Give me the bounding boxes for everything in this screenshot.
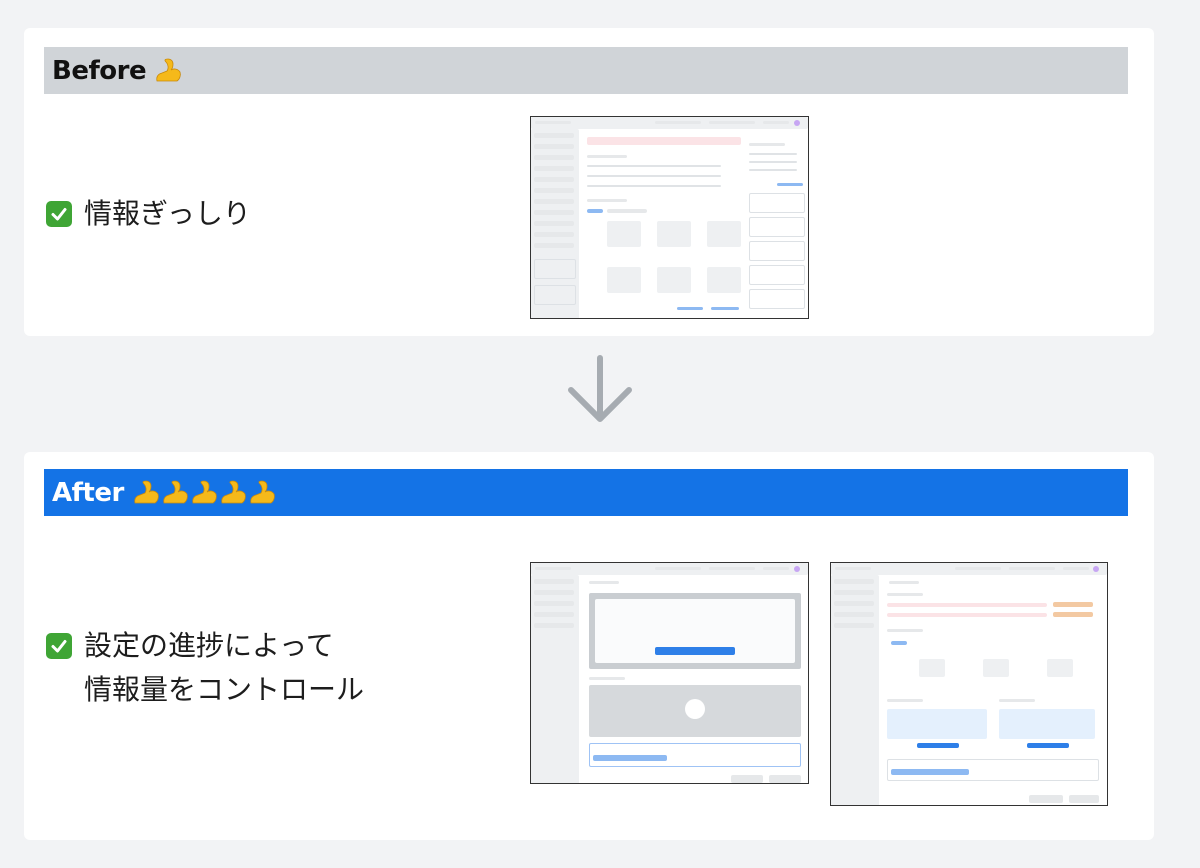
- before-check-row: 情報ぎっしり: [46, 192, 251, 236]
- before-title: Before: [52, 55, 147, 86]
- after-check-row: 設定の進捗によって 情報量をコントロール: [46, 624, 364, 712]
- flexed-biceps-icon: [219, 480, 247, 506]
- flexed-biceps-icon: [161, 480, 189, 506]
- flexed-biceps-icon: [154, 58, 182, 84]
- after-check-text-line2: 情報量をコントロール: [84, 673, 365, 706]
- after-screenshot-thumbnail-1: [530, 562, 809, 784]
- after-check-text-line1: 設定の進捗によって: [84, 629, 334, 662]
- check-mark-icon: [46, 633, 72, 659]
- after-card: After 設定の進捗によって 情報量をコントロール: [24, 452, 1154, 840]
- before-header: Before: [44, 47, 1128, 94]
- before-check-text: 情報ぎっしり: [84, 197, 251, 230]
- flexed-biceps-icon: [132, 480, 160, 506]
- before-card: Before 情報ぎっしり: [24, 28, 1154, 336]
- after-header: After: [44, 469, 1128, 516]
- down-arrow-icon: [565, 354, 635, 426]
- after-arms: [132, 480, 276, 506]
- after-check-text: 設定の進捗によって 情報量をコントロール: [84, 624, 364, 712]
- before-screenshot-thumbnail: [530, 116, 809, 319]
- after-title: After: [52, 477, 124, 508]
- flexed-biceps-icon: [190, 480, 218, 506]
- after-screenshot-thumbnail-2: [830, 562, 1108, 806]
- flexed-biceps-icon: [248, 480, 276, 506]
- before-arms: [154, 58, 182, 84]
- check-mark-icon: [46, 201, 72, 227]
